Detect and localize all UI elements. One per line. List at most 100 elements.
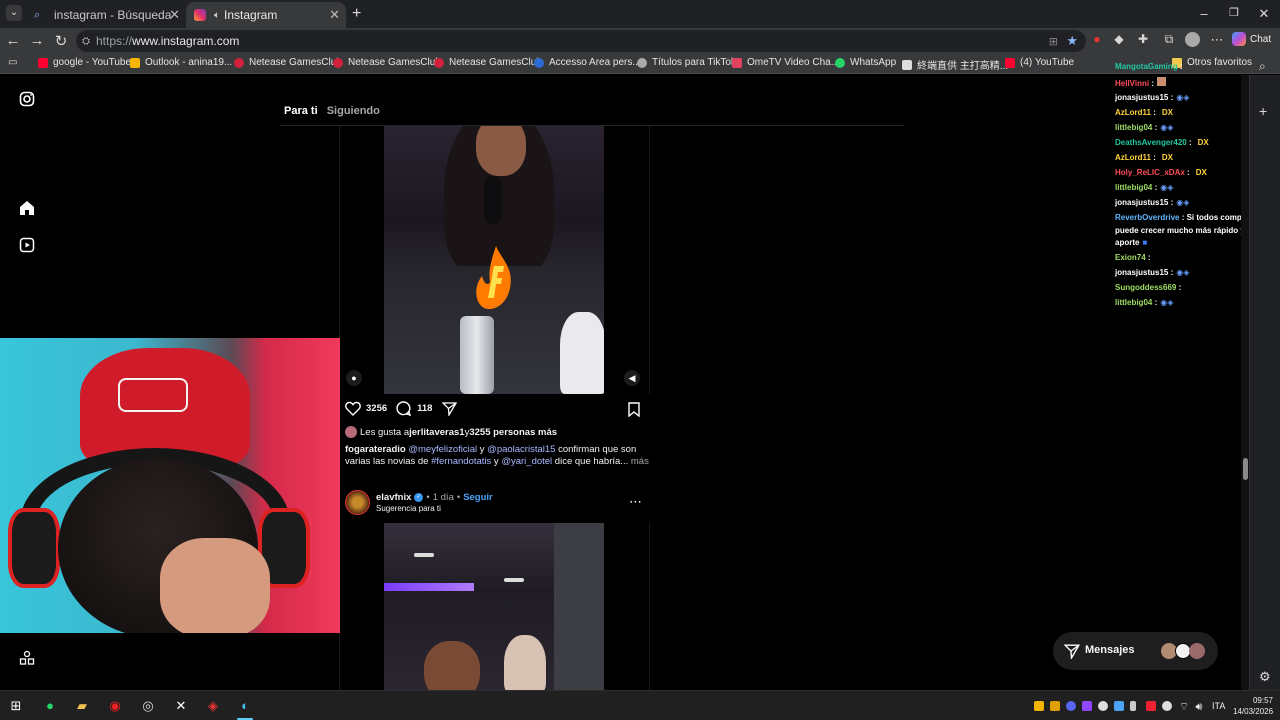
tab-para-ti[interactable]: Para ti	[284, 105, 318, 117]
share-icon[interactable]	[442, 401, 458, 416]
keyboard-language[interactable]: ITA	[1212, 701, 1225, 711]
hashtag-link[interactable]: #fernandotatis	[431, 456, 491, 467]
edge-browser-icon[interactable]: ◐	[237, 698, 253, 714]
avatar[interactable]	[345, 426, 357, 438]
bookmark-netease-1[interactable]: Netease GamesClub	[234, 57, 342, 68]
site-info-icon[interactable]: ⛭	[82, 36, 90, 47]
home-icon[interactable]	[18, 199, 36, 217]
app-icon[interactable]: ◉	[107, 698, 123, 714]
comment-icon[interactable]	[396, 401, 412, 416]
liked-by-others-link[interactable]: 3255 personas más	[469, 427, 557, 438]
follow-button[interactable]: Seguir	[463, 492, 493, 503]
extension-icon[interactable]: ◆	[1110, 32, 1128, 46]
volume-icon[interactable]: ◀	[624, 370, 640, 386]
bookmark-accesso[interactable]: Accesso Area pers...	[534, 57, 641, 68]
clock[interactable]: 09:57 14/03/2026	[1233, 695, 1273, 717]
video-cup-shape	[560, 312, 604, 394]
restore-icon[interactable]: ❐	[1224, 6, 1244, 19]
tray-app-icon[interactable]	[1050, 701, 1060, 711]
more-options-icon[interactable]: ⋯	[629, 494, 642, 510]
more-link[interactable]: más	[631, 456, 649, 467]
video-light-shape	[414, 553, 434, 557]
messages-button[interactable]: Mensajes	[1053, 632, 1218, 670]
file-explorer-icon[interactable]: ▰	[74, 698, 90, 714]
favorite-star-icon[interactable]: ★	[1066, 33, 1078, 49]
post-author-link[interactable]: fogarateradio	[345, 444, 406, 455]
tab-instagram[interactable]: 🔈︎ Instagram ✕	[186, 2, 346, 28]
post2-author-link[interactable]: elavfnix	[376, 492, 411, 503]
tray-app-icon[interactable]	[1162, 701, 1172, 711]
liked-by-user-link[interactable]: jerlitaveras1	[409, 427, 464, 438]
bookmark-youtube[interactable]: (4) YouTube	[1005, 57, 1074, 68]
app-icon[interactable]: ◈	[205, 698, 221, 714]
close-icon[interactable]: ✕	[169, 7, 180, 23]
bookmark-chinese[interactable]: 終端直供 主打高精...	[902, 57, 1008, 72]
whatsapp-icon[interactable]: ●	[42, 698, 58, 714]
speaker-icon[interactable]: 🔈︎	[214, 10, 220, 21]
wifi-icon[interactable]: ⌔	[1176, 699, 1192, 715]
bookmark-netease-3[interactable]: Netease GamesClub	[434, 57, 542, 68]
tray-app-icon[interactable]	[1146, 701, 1156, 711]
close-icon[interactable]: ✕	[329, 7, 340, 23]
tray-app-icon[interactable]	[1066, 701, 1076, 711]
chat-message: littlebig04 : ◉◈	[1115, 183, 1174, 192]
extension-icon[interactable]: ●	[1088, 32, 1106, 46]
app-available-icon[interactable]: ⊞	[1049, 35, 1058, 48]
bookmark-outlook[interactable]: Outlook - anina19...	[130, 57, 232, 68]
mention-link[interactable]: @paolacristal15	[487, 444, 555, 455]
mention-link[interactable]: @meyfelizoficial	[408, 444, 477, 455]
tray-app-icon[interactable]	[1034, 701, 1044, 711]
add-icon[interactable]: +	[1259, 103, 1267, 119]
more-menu-icon[interactable]: ⋯	[1208, 32, 1226, 48]
tray-app-icon[interactable]	[1098, 701, 1108, 711]
extensions-puzzle-icon[interactable]: ✚	[1134, 32, 1152, 46]
new-tab-plus-icon[interactable]: +	[352, 5, 361, 23]
bookmark-ometv[interactable]: OmeTV Video Cha...	[732, 57, 839, 68]
tray-app-icon[interactable]	[1114, 701, 1124, 711]
bookmark-titulos-tiktok[interactable]: Títulos para TikTok	[637, 57, 736, 68]
volume-icon[interactable]: 🔊︎	[1191, 699, 1207, 715]
tab-list-chevron-icon[interactable]: ⌄	[6, 5, 22, 21]
reload-icon[interactable]: ↻	[52, 32, 70, 50]
minimize-icon[interactable]: –	[1194, 6, 1214, 21]
window-close-icon[interactable]: ✕	[1254, 6, 1274, 22]
tab-siguiendo[interactable]: Siguiendo	[327, 105, 380, 117]
copilot-chat-button[interactable]: Chat	[1232, 32, 1271, 46]
tagged-user-icon[interactable]: ●	[346, 370, 362, 386]
windows-start-icon[interactable]: ⊞	[8, 698, 24, 714]
bookmark-google-youtube[interactable]: google - YouTube	[38, 57, 131, 68]
chat-label: Chat	[1250, 33, 1272, 45]
collections-icon[interactable]: ⧉	[1160, 32, 1178, 47]
chat-message: jonasjustus15 : ◉◈	[1115, 268, 1190, 277]
mention-link[interactable]: @yari_dotel	[501, 456, 552, 467]
video-column-shape	[554, 523, 604, 690]
avatar[interactable]	[1185, 32, 1200, 47]
address-bar[interactable]: ⛭ https://www.instagram.com ★ ⊞	[76, 30, 1086, 52]
collections-toggle-icon[interactable]: ▭	[8, 57, 17, 68]
scrollbar-thumb[interactable]	[1243, 458, 1248, 480]
tab-search[interactable]: ⌕ instagram - Búsqueda ✕	[26, 2, 186, 28]
instagram-logo-icon[interactable]	[18, 91, 36, 109]
bookmark-netease-2[interactable]: Netease GamesClub	[333, 57, 441, 68]
tray-app-icon[interactable]	[1082, 701, 1092, 711]
instagram-page: Para ti Siguiendo ● ◀ 3256 118 Les gusta…	[0, 75, 1112, 690]
copilot-icon	[1232, 32, 1246, 46]
page-scrollbar[interactable]	[1241, 75, 1249, 690]
post-video[interactable]	[384, 126, 604, 394]
more-apps-icon[interactable]	[18, 650, 36, 668]
capcut-icon[interactable]: ✕	[173, 698, 189, 714]
avatar[interactable]	[345, 490, 370, 515]
post2-video[interactable]	[384, 523, 604, 690]
bookmark-whatsapp[interactable]: WhatsApp	[835, 57, 896, 68]
bookmark-save-icon[interactable]	[628, 402, 640, 417]
post2-time: 1 día	[432, 492, 454, 503]
heart-icon[interactable]	[345, 401, 361, 416]
emote-icon: ◉◈	[1176, 93, 1190, 102]
back-arrow-icon[interactable]: ←	[4, 32, 22, 49]
settings-gear-icon[interactable]: ⚙	[1259, 669, 1271, 685]
url-domain: www.instagram.com	[132, 34, 240, 48]
forward-arrow-icon[interactable]: →	[28, 32, 46, 49]
obs-icon[interactable]: ◎	[140, 698, 156, 714]
reels-icon[interactable]	[18, 237, 36, 255]
microphone-icon[interactable]	[1130, 701, 1136, 711]
